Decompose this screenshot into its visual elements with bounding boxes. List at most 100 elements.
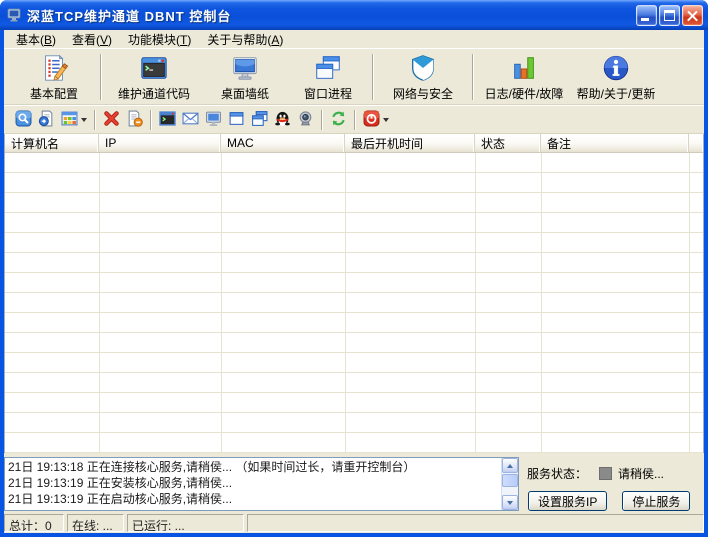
menu-item-b[interactable]: 基本(B) — [8, 30, 64, 50]
search-icon — [15, 110, 32, 130]
column-header-remark[interactable]: 备注 — [541, 134, 689, 152]
grid-view-icon — [61, 110, 78, 130]
list-body — [5, 153, 703, 453]
menu-item-a[interactable]: 关于与帮助(A) — [199, 30, 291, 50]
toolbar-separator — [94, 110, 96, 130]
remove-file-button[interactable] — [123, 108, 146, 132]
table-row — [5, 313, 703, 333]
scroll-track[interactable] — [502, 473, 518, 495]
menu-item-v[interactable]: 查看(V) — [64, 30, 120, 50]
column-header-computer-name[interactable]: 计算机名 — [5, 134, 99, 152]
toolbar-button-label: 维护通道代码 — [118, 85, 190, 102]
grid-view-button[interactable] — [58, 108, 90, 132]
log-scrollbar[interactable] — [501, 458, 518, 510]
toolbar-button-info-circle[interactable]: 帮助/关于/更新 — [570, 51, 662, 103]
menu-item-t[interactable]: 功能模块(T) — [120, 30, 199, 50]
toolbar-button-terminal-window[interactable]: 维护通道代码 — [106, 51, 202, 103]
toolbar-separator — [100, 54, 102, 100]
power-icon — [363, 110, 380, 130]
app-icon — [7, 7, 23, 23]
windows-button[interactable] — [248, 108, 271, 132]
toolbar-button-label: 窗口进程 — [304, 85, 352, 102]
table-row — [5, 433, 703, 453]
scroll-down-button[interactable] — [502, 495, 518, 510]
qq-button[interactable] — [271, 108, 294, 132]
scroll-up-button[interactable] — [502, 458, 518, 473]
statusbar-total: 总计：0 — [4, 514, 64, 532]
column-header-last-boot-time[interactable]: 最后开机时间 — [345, 134, 475, 152]
terminal-button[interactable] — [156, 108, 179, 132]
maximize-icon — [664, 10, 675, 21]
service-status-value: 请稍侯... — [618, 465, 664, 482]
grid-line — [221, 153, 222, 453]
table-row — [5, 153, 703, 173]
log-box: 21日 19:13:18 正在连接核心服务,请稍侯... （如果时间过长，请重开… — [4, 457, 519, 511]
table-row — [5, 173, 703, 193]
column-header-status[interactable]: 状态 — [475, 134, 541, 152]
service-status-label: 服务状态： — [527, 465, 587, 482]
webcam-icon — [297, 110, 314, 130]
grid-line — [475, 153, 476, 453]
column-header-ip[interactable]: IP — [99, 134, 221, 152]
statusbar-uptime: 已运行: ... — [127, 514, 244, 532]
delete-x-button[interactable] — [100, 108, 123, 132]
config-doc-icon — [38, 52, 70, 84]
toolbar-button-desktop-monitor[interactable]: 桌面墙纸 — [202, 51, 288, 103]
monitor-icon — [205, 110, 222, 130]
table-row — [5, 193, 703, 213]
close-button[interactable] — [682, 5, 703, 26]
monitor-button[interactable] — [202, 108, 225, 132]
refresh-button[interactable] — [327, 108, 350, 132]
toolbar-button-windows-stack[interactable]: 窗口进程 — [288, 51, 368, 103]
grid-line — [689, 153, 690, 453]
toolbar-button-bar-chart[interactable]: 日志/硬件/故障 — [478, 51, 570, 103]
power-button[interactable] — [360, 108, 392, 132]
grid-line — [345, 153, 346, 453]
client-area: 基本(B)查看(V)功能模块(T)关于与帮助(A) 基本配置 维护通道代码桌面墙纸… — [4, 30, 704, 533]
window-title: 深蓝TCP维护通道 DBNT 控制台 — [27, 6, 231, 25]
chevron-down-icon — [81, 118, 87, 122]
toolbar-button-label: 帮助/关于/更新 — [577, 85, 656, 102]
table-row — [5, 213, 703, 233]
list-header: 计算机名IPMAC最后开机时间状态备注 — [5, 134, 703, 153]
grid-line — [541, 153, 542, 453]
table-row — [5, 413, 703, 433]
computer-list: 计算机名IPMAC最后开机时间状态备注 — [4, 134, 704, 453]
column-header-filler — [689, 134, 703, 152]
maximize-button[interactable] — [659, 5, 680, 26]
qq-icon — [274, 110, 291, 130]
search-button[interactable] — [12, 108, 35, 132]
toolbar-button-security-shield[interactable]: 网络与安全 — [378, 51, 468, 103]
terminal-icon — [159, 110, 176, 130]
toolbar-button-label: 基本配置 — [30, 85, 78, 102]
import-doc-button[interactable] — [35, 108, 58, 132]
window-button[interactable] — [225, 108, 248, 132]
set-service-ip-button[interactable]: 设置服务IP — [528, 491, 607, 511]
toolbar-button-label: 网络与安全 — [393, 85, 453, 102]
minimize-button[interactable] — [636, 5, 657, 26]
toolbar-button-label: 日志/硬件/故障 — [485, 85, 564, 102]
refresh-icon — [330, 110, 347, 130]
toolbar-button-config-doc[interactable]: 基本配置 — [12, 51, 96, 103]
stop-service-button[interactable]: 停止服务 — [622, 491, 690, 511]
column-header-mac[interactable]: MAC — [221, 134, 345, 152]
table-row — [5, 233, 703, 253]
mail-button[interactable] — [179, 108, 202, 132]
chevron-down-icon — [383, 118, 389, 122]
security-shield-icon — [407, 52, 439, 84]
status-bar: 总计：0在线: ...已运行: ... — [4, 512, 704, 533]
app-window: 深蓝TCP维护通道 DBNT 控制台 基本(B)查看(V)功能模块(T)关于与帮… — [0, 0, 708, 537]
remove-file-icon — [126, 110, 143, 130]
window-icon — [228, 110, 245, 130]
service-status-indicator — [599, 467, 612, 480]
grid-line — [99, 153, 100, 453]
log-line: 21日 19:13:18 正在连接核心服务,请稍侯... （如果时间过长，请重开… — [8, 459, 498, 475]
toolbar-separator — [150, 110, 152, 130]
title-bar[interactable]: 深蓝TCP维护通道 DBNT 控制台 — [0, 0, 708, 30]
scroll-thumb[interactable] — [502, 474, 518, 487]
webcam-button[interactable] — [294, 108, 317, 132]
desktop-monitor-icon — [229, 52, 261, 84]
scroll-up-icon — [507, 464, 513, 468]
scroll-down-icon — [507, 501, 513, 505]
windows-stack-icon — [312, 52, 344, 84]
